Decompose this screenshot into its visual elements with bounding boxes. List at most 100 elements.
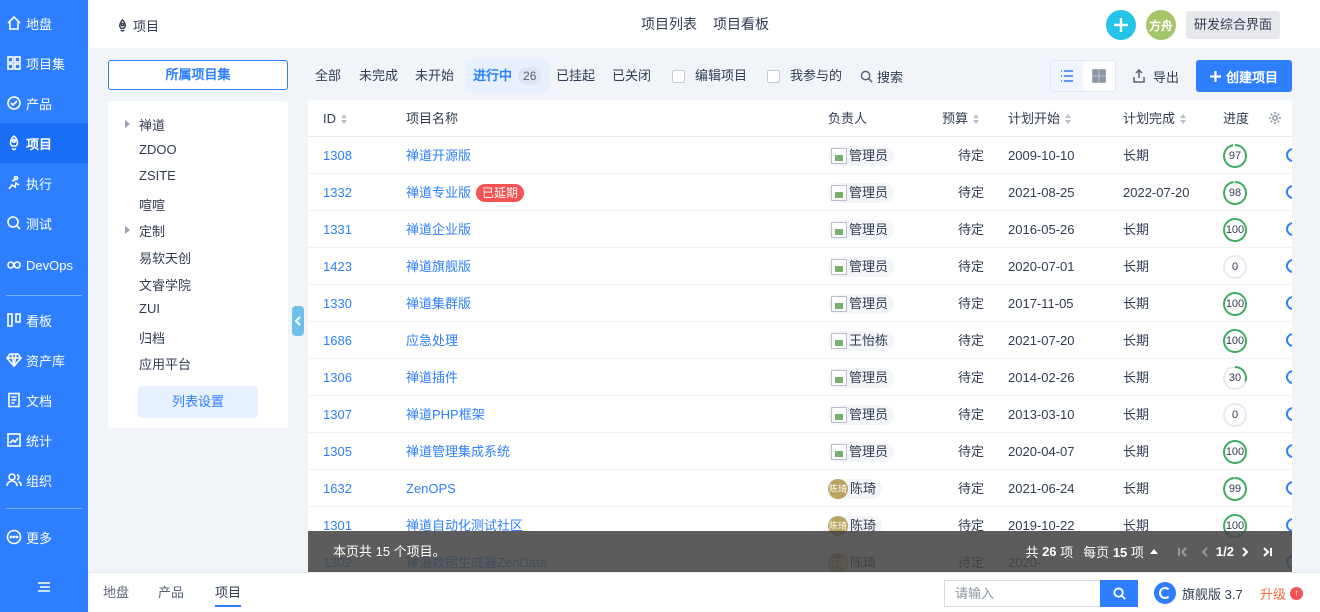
project-name-link[interactable]: 禅道专业版 [406,185,471,200]
prev-page-button[interactable] [1200,546,1210,557]
row-action-icon[interactable] [1283,219,1292,239]
breadcrumb[interactable]: 项目 [116,16,159,35]
participated-checkbox[interactable]: 我参与的 [767,60,842,92]
filter-all[interactable]: 全部 [315,60,341,92]
project-name-link[interactable]: 禅道企业版 [406,222,471,237]
row-action-icon[interactable] [1283,478,1292,498]
edition-info[interactable]: 旗舰版 3.7 [1154,573,1243,612]
cell-id[interactable]: 1331 [323,211,352,248]
table-row[interactable]: 1330 禅道集群版 管理员 待定 2017-11-05 长期 100 [308,285,1292,322]
next-page-button[interactable] [1240,546,1250,557]
list-settings-button[interactable]: 列表设置 [138,386,258,418]
nav-item-devops[interactable]: DevOps [0,245,88,285]
nav-item-home[interactable]: 地盘 [0,3,88,43]
column-settings-button[interactable] [1268,111,1282,128]
nav-item-more[interactable]: 更多 [0,517,88,557]
tree-item[interactable]: ZUI [139,301,160,316]
tree-item[interactable]: ZSITE [139,168,176,183]
column-name[interactable]: 项目名称 [406,100,458,137]
card-view-button[interactable] [1083,61,1115,91]
column-id[interactable]: ID [323,100,347,137]
ui-switch-button[interactable]: 研发综合界面 [1186,11,1281,39]
filter-suspended[interactable]: 已挂起 [556,60,595,92]
row-action-icon[interactable] [1283,293,1292,313]
table-row[interactable]: 1306 禅道插件 管理员 待定 2014-02-26 长期 30 [308,359,1292,396]
nav-item-product[interactable]: 产品 [0,83,88,123]
table-row[interactable]: 1423 禅道旗舰版 管理员 待定 2020-07-01 长期 0 [308,248,1292,285]
row-action-icon[interactable] [1283,256,1292,276]
tree-item[interactable]: 归档 [139,328,165,347]
global-search-input[interactable] [944,580,1100,607]
column-progress[interactable]: 进度 [1223,100,1249,137]
cell-id[interactable]: 1330 [323,285,352,322]
checkbox-box[interactable] [767,69,780,83]
column-owner[interactable]: 负责人 [828,100,867,137]
export-button[interactable]: 导出 [1132,60,1179,92]
table-row[interactable]: 1332 禅道专业版 已延期 管理员 待定 2021-08-25 2022-07-20 98 [308,174,1292,211]
search-toggle[interactable]: 搜索 [860,60,903,92]
cell-id[interactable]: 1306 [323,359,352,396]
table-row[interactable]: 1632 ZenOPS 陈琦 陈琦 待定 2021-06-24 长期 99 [308,470,1292,507]
nav-item-chart[interactable]: 统计 [0,420,88,460]
row-action-icon[interactable] [1283,330,1292,350]
nav-item-diamond[interactable]: 资产库 [0,340,88,380]
table-row[interactable]: 1307 禅道PHP框架 管理员 待定 2013-03-10 长期 0 [308,396,1292,433]
tree-item[interactable]: 禅道 [139,115,165,134]
sidebar-collapse-handle[interactable] [292,306,304,336]
table-row[interactable]: 1305 禅道管理集成系统 管理员 待定 2020-04-07 长期 100 [308,433,1292,470]
create-project-button[interactable]: 创建项目 [1196,60,1292,92]
tree-item[interactable]: 定制 [139,221,165,240]
column-budget[interactable]: 预算 [942,100,980,137]
nav-item-test[interactable]: 测试 [0,203,88,243]
row-action-icon[interactable] [1283,367,1292,387]
caret-up-icon[interactable] [1149,549,1158,554]
cell-id[interactable]: 1308 [323,137,352,174]
filter-closed[interactable]: 已关闭 [612,60,651,92]
cell-id[interactable]: 1305 [323,433,352,470]
cell-id[interactable]: 1632 [323,470,352,507]
filter-not-started[interactable]: 未开始 [415,60,454,92]
project-name-link[interactable]: 禅道管理集成系统 [406,444,510,459]
tab-project-kanban[interactable]: 项目看板 [713,0,769,48]
row-action-icon[interactable] [1283,182,1292,202]
nav-item-project[interactable]: 项目 [0,123,88,163]
filter-unfinished[interactable]: 未完成 [359,60,398,92]
column-end[interactable]: 计划完成 [1123,100,1187,137]
tree-item[interactable]: 文睿学院 [139,275,191,294]
cell-id[interactable]: 1423 [323,248,352,285]
quick-create-button[interactable] [1106,10,1136,40]
tree-item[interactable]: ZDOO [139,142,177,157]
program-set-title-button[interactable]: 所属项目集 [108,60,288,90]
row-action-icon[interactable] [1283,441,1292,461]
bottom-tab-project[interactable]: 项目 [215,573,242,612]
nav-item-run[interactable]: 执行 [0,163,88,203]
last-page-button[interactable] [1262,546,1272,557]
checkbox-box[interactable] [672,69,685,83]
list-view-button[interactable] [1051,61,1083,91]
cell-id[interactable]: 1332 [323,174,352,211]
project-name-link[interactable]: 禅道开源版 [406,148,471,163]
caret-right-icon[interactable] [125,120,130,128]
first-page-button[interactable] [1177,546,1188,557]
row-action-icon[interactable] [1283,404,1292,424]
tree-item[interactable]: 易软天创 [139,248,191,267]
table-row[interactable]: 1331 禅道企业版 管理员 待定 2016-05-26 长期 100 [308,211,1292,248]
tab-project-list[interactable]: 项目列表 [641,0,697,48]
nav-item-doc[interactable]: 文档 [0,380,88,420]
bottom-tab-dashboard[interactable]: 地盘 [103,573,129,612]
table-row[interactable]: 1308 禅道开源版 管理员 待定 2009-10-10 长期 97 [308,137,1292,174]
nav-item-kanban[interactable]: 看板 [0,300,88,340]
column-start[interactable]: 计划开始 [1008,100,1072,137]
project-name-link[interactable]: 应急处理 [406,333,458,348]
project-name-link[interactable]: 禅道插件 [406,370,458,385]
cell-id[interactable]: 1686 [323,322,352,359]
row-action-icon[interactable] [1283,145,1292,165]
global-search-button[interactable] [1100,580,1138,607]
project-name-link[interactable]: 禅道旗舰版 [406,259,471,274]
caret-right-icon[interactable] [125,226,130,235]
upgrade-button[interactable]: 升级 ↑ [1260,573,1304,612]
filter-in-progress[interactable]: 进行中 26 [465,60,550,92]
menu-toggle-icon[interactable] [0,579,88,598]
project-name-link[interactable]: ZenOPS [406,481,456,496]
project-name-link[interactable]: 禅道PHP框架 [406,407,485,422]
